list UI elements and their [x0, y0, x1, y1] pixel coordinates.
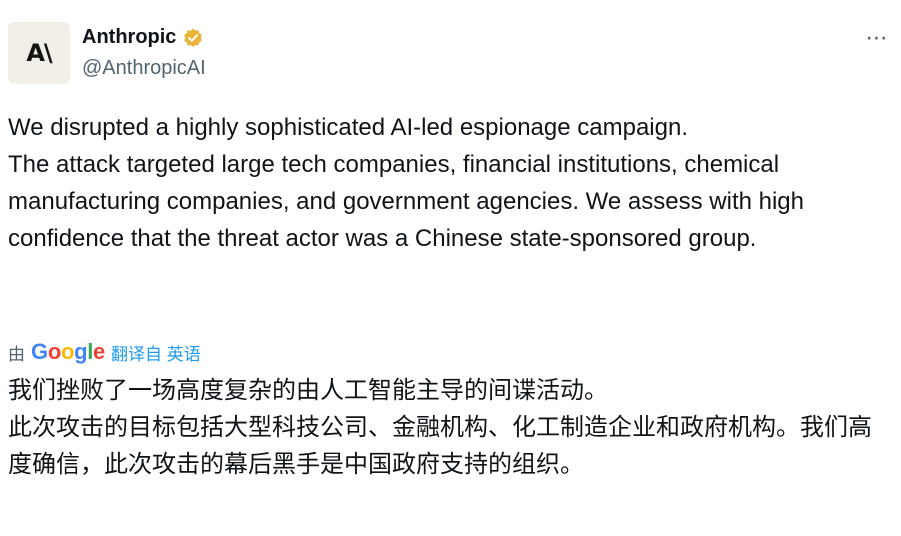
tweet-text: We disrupted a highly sophisticated AI-l…	[8, 109, 893, 257]
google-logo: G o o g l e	[31, 339, 105, 365]
translated-paragraph: 我们挫败了一场高度复杂的由人工智能主导的间谍活动。	[8, 376, 608, 404]
author-name-row: Anthropic	[82, 26, 204, 49]
translated-from-link[interactable]: 翻译自 英语	[111, 340, 201, 365]
translated-by-label: 由	[8, 344, 25, 364]
handle[interactable]: @AnthropicAI	[82, 57, 206, 80]
anthropic-logo: A\	[26, 39, 52, 67]
google-logo-letter: e	[93, 339, 105, 364]
translation-attribution: 由 G o o g l e 翻译自 英语	[8, 339, 201, 365]
more-horizontal-icon: ⋯	[865, 25, 889, 50]
google-logo-letter: g	[74, 339, 88, 364]
translated-text: 我们挫败了一场高度复杂的由人工智能主导的间谍活动。 此次攻击的目标包括大型科技公…	[8, 372, 893, 483]
more-options-button[interactable]: ⋯	[863, 25, 891, 50]
display-name[interactable]: Anthropic	[82, 26, 176, 49]
avatar[interactable]: A\	[8, 22, 70, 84]
translated-paragraph: 此次攻击的目标包括大型科技公司、金融机构、化工制造企业和政府机构。我们高度确信，…	[8, 413, 872, 478]
tweet-paragraph: The attack targeted large tech companies…	[8, 151, 811, 252]
tweet-paragraph: We disrupted a highly sophisticated AI-l…	[8, 114, 688, 141]
google-logo-letter: o	[47, 339, 61, 364]
google-logo-letter: G	[31, 339, 48, 364]
google-logo-letter: o	[60, 339, 75, 364]
verified-badge-icon	[182, 27, 204, 49]
